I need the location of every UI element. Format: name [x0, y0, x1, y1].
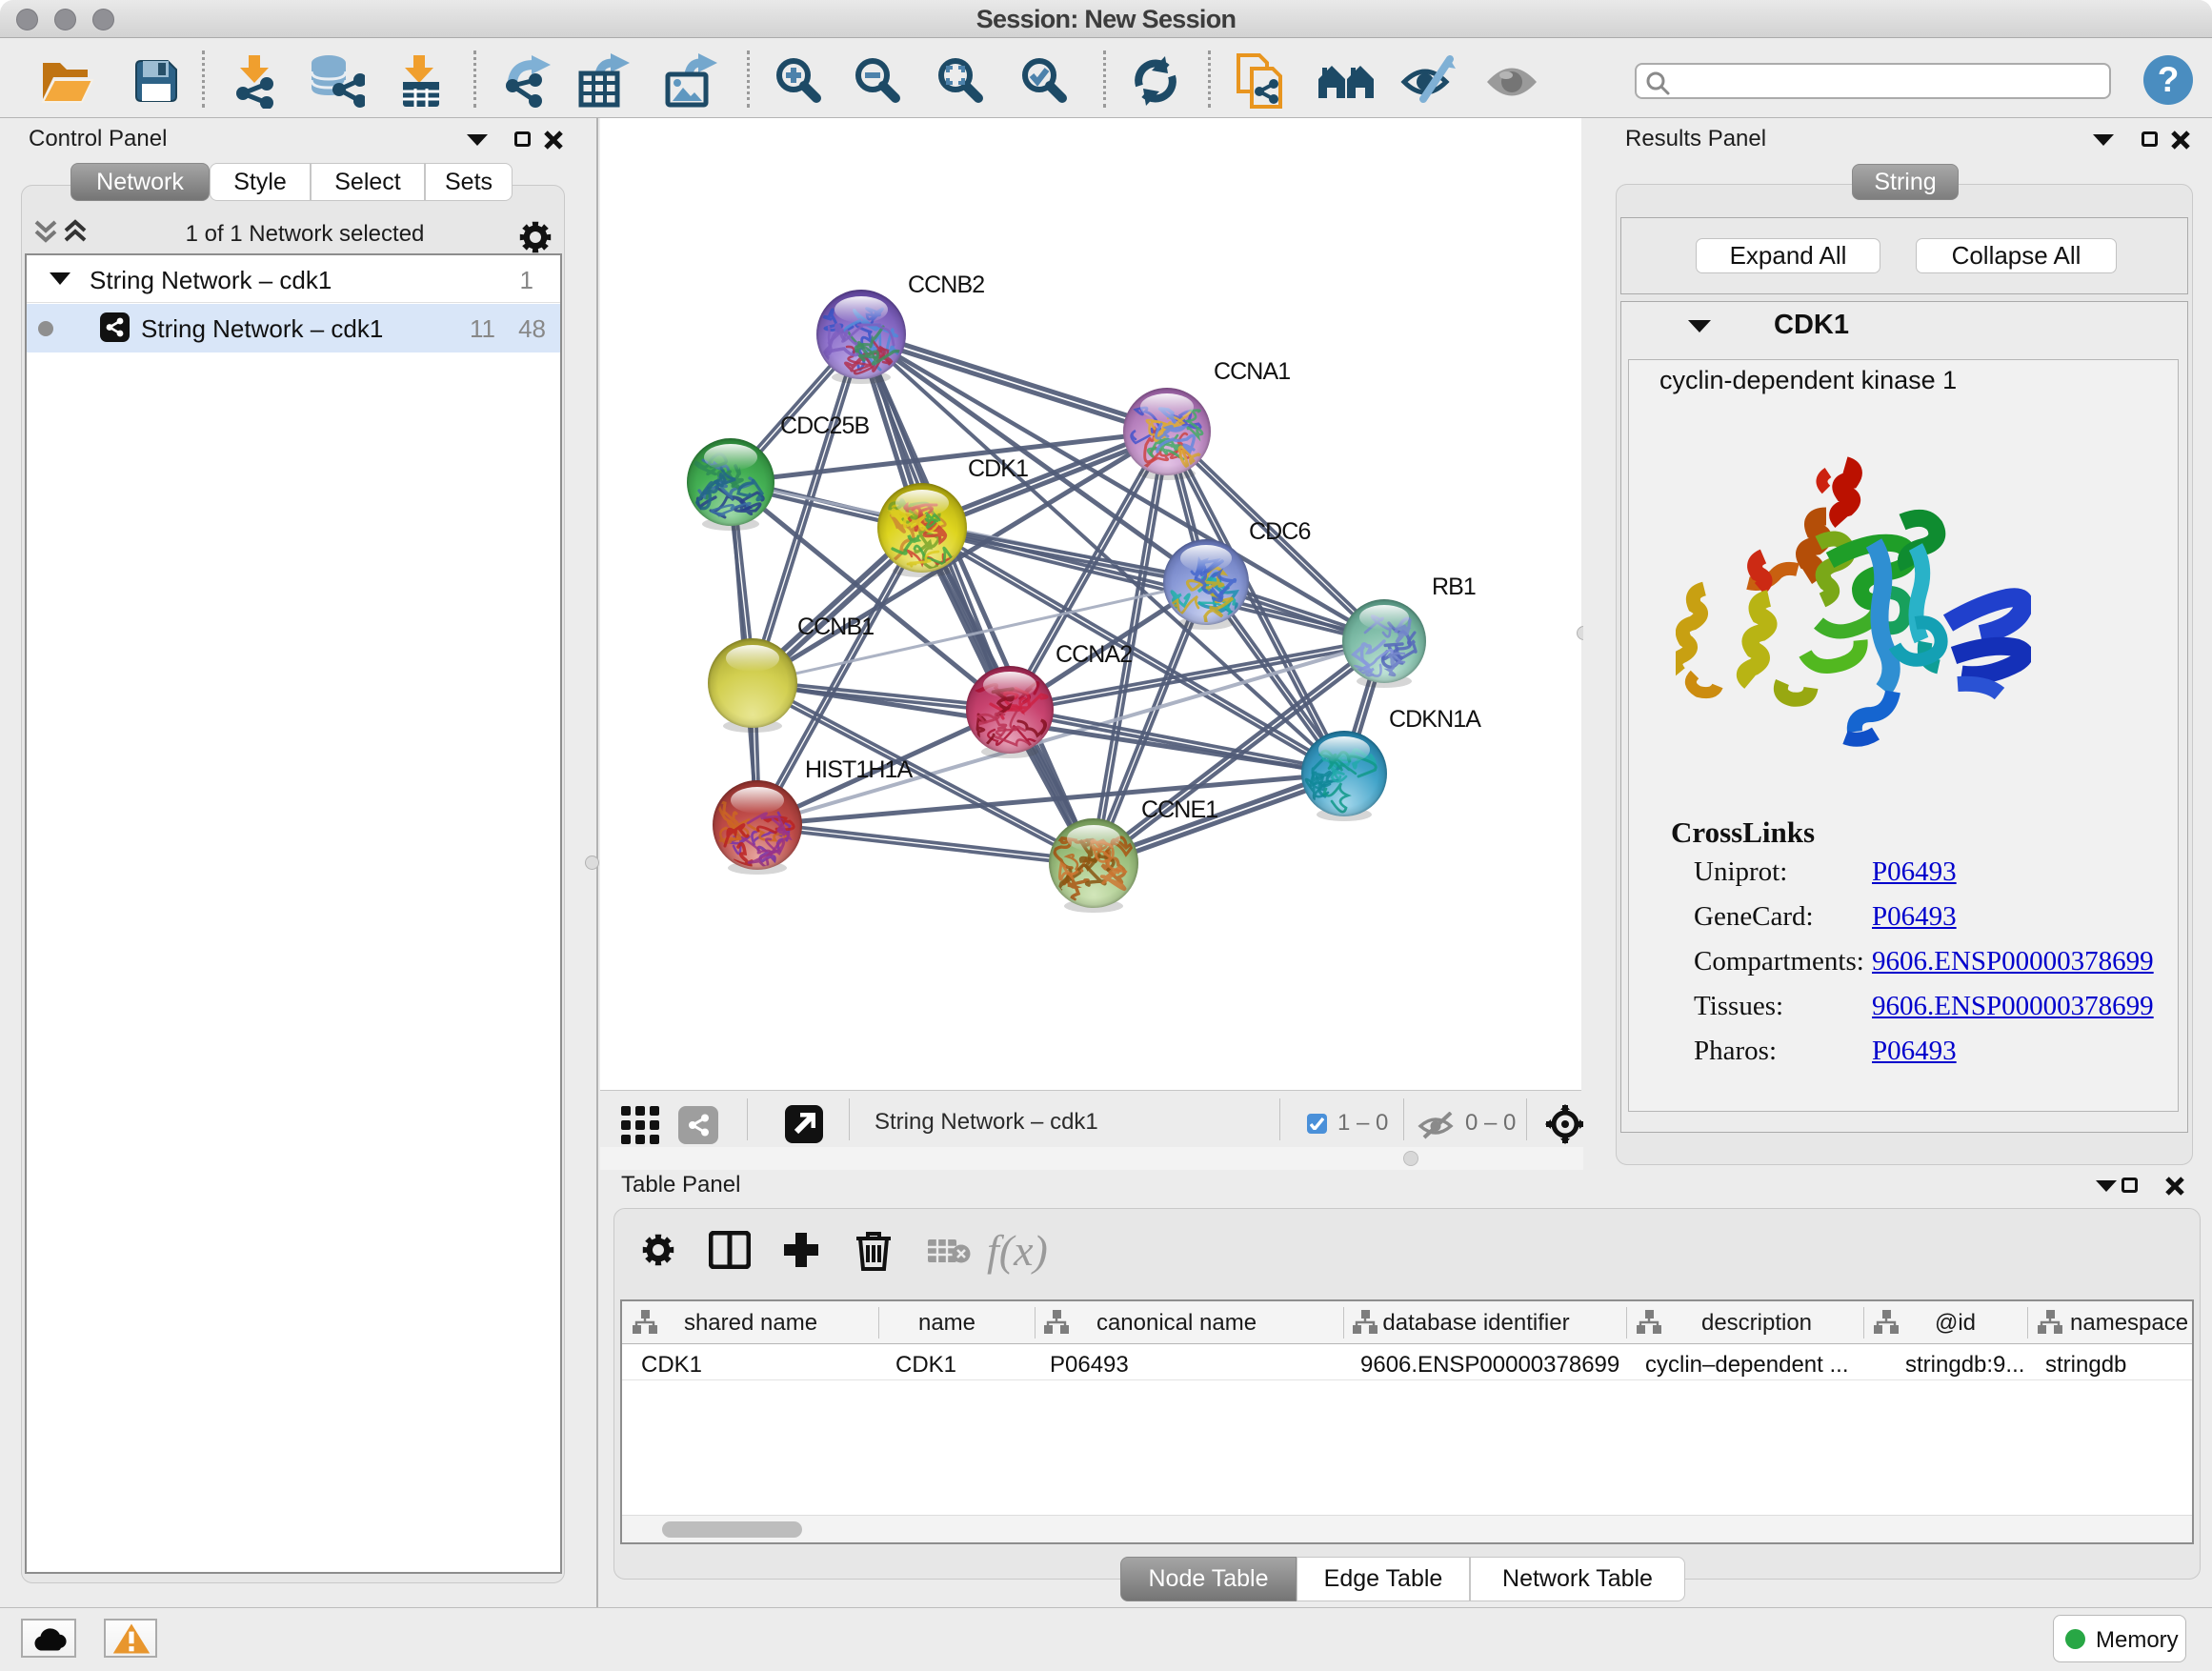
svg-text:CDC6: CDC6 — [1249, 518, 1310, 545]
svg-text:?: ? — [2158, 60, 2180, 99]
svg-text:RB1: RB1 — [1432, 574, 1476, 600]
svg-text:CCNA1: CCNA1 — [1214, 358, 1290, 385]
svg-text:CCNE1: CCNE1 — [1141, 796, 1217, 823]
svg-text:CDC25B: CDC25B — [780, 413, 869, 439]
svg-text:HIST1H1A: HIST1H1A — [805, 756, 914, 783]
svg-text:CDKN1A: CDKN1A — [1389, 706, 1481, 733]
svg-text:CCNA2: CCNA2 — [1056, 641, 1132, 668]
svg-text:CCNB1: CCNB1 — [797, 614, 874, 640]
svg-text:CCNB2: CCNB2 — [908, 272, 984, 298]
svg-text:CDK1: CDK1 — [968, 455, 1028, 482]
